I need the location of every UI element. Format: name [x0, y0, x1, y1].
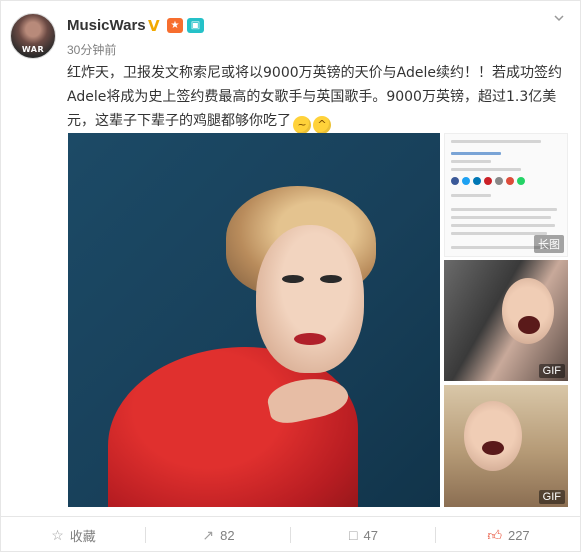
post-text: 红炸天，卫报发文称索尼或将以9000万英镑的天价与Adele续约！！若成功签约A… [67, 61, 572, 134]
smirk-cat-emoji: ^ [313, 116, 331, 134]
comment-icon: □ [349, 527, 358, 543]
comment-count: 47 [363, 527, 378, 543]
photo-eye [320, 275, 342, 283]
gif-mouth [518, 316, 540, 334]
favorite-button[interactable]: ☆ 收藏 [1, 517, 146, 553]
gif-face [464, 401, 522, 471]
gif-tag: GIF [538, 364, 565, 378]
thumbnail-gif-2[interactable]: GIF [444, 385, 568, 507]
share-dot-icon [495, 177, 503, 185]
username[interactable]: MusicWars [67, 17, 146, 34]
thumbnail-long-image[interactable]: 长图 [444, 133, 568, 257]
main-photo[interactable] [68, 133, 440, 507]
gif-tag: GIF [538, 490, 565, 504]
post-time[interactable]: 30分钟前 [67, 41, 116, 58]
gif-face [502, 278, 554, 344]
camera-icon[interactable]: ▣ [187, 18, 204, 33]
weibo-post-card: WAR MusicWars V ★ ▣ 30分钟前 红炸天，卫报发文称索尼或将以… [0, 0, 581, 552]
photo-face [256, 225, 364, 373]
share-dot-icon [473, 177, 481, 185]
favorite-label: 收藏 [69, 528, 96, 544]
avatar[interactable]: WAR [10, 13, 56, 59]
share-dot-icon [506, 177, 514, 185]
share-dot-icon [484, 177, 492, 185]
chevron-down-icon[interactable] [552, 11, 566, 25]
comment-button[interactable]: □ 47 [291, 517, 436, 553]
thumbnail-gif-1[interactable]: GIF [444, 260, 568, 381]
like-button[interactable]: 👍︎ 227 [436, 517, 581, 553]
share-count: 82 [220, 527, 235, 543]
photo-lips [294, 333, 326, 345]
doc-text-line [451, 160, 491, 163]
doc-text-line [451, 224, 555, 227]
share-dot-icon [517, 177, 525, 185]
long-image-tag: 长图 [534, 235, 564, 253]
share-button[interactable]: ↗ 82 [146, 517, 291, 553]
share-dot-icon [462, 177, 470, 185]
doc-text-line [451, 208, 557, 211]
share-icon: ↗ [202, 526, 215, 543]
photo-eye [282, 275, 304, 283]
doc-text-line [451, 232, 547, 235]
doc-text-line [451, 140, 541, 143]
drooling-emoji: ~ [293, 116, 311, 134]
share-dot-icon [451, 177, 459, 185]
gif-mouth [482, 441, 504, 455]
doc-text-line [451, 152, 501, 155]
vip-icon[interactable]: ★ [167, 18, 183, 33]
avatar-caption: WAR [21, 45, 45, 54]
star-icon: ☆ [51, 526, 64, 543]
doc-text-line [451, 216, 551, 219]
doc-text-line [451, 168, 521, 171]
like-count: 227 [507, 527, 530, 543]
doc-text-line [451, 194, 491, 197]
verified-badge-icon[interactable]: V [148, 17, 160, 35]
thumbs-up-icon: 👍︎ [487, 526, 502, 543]
